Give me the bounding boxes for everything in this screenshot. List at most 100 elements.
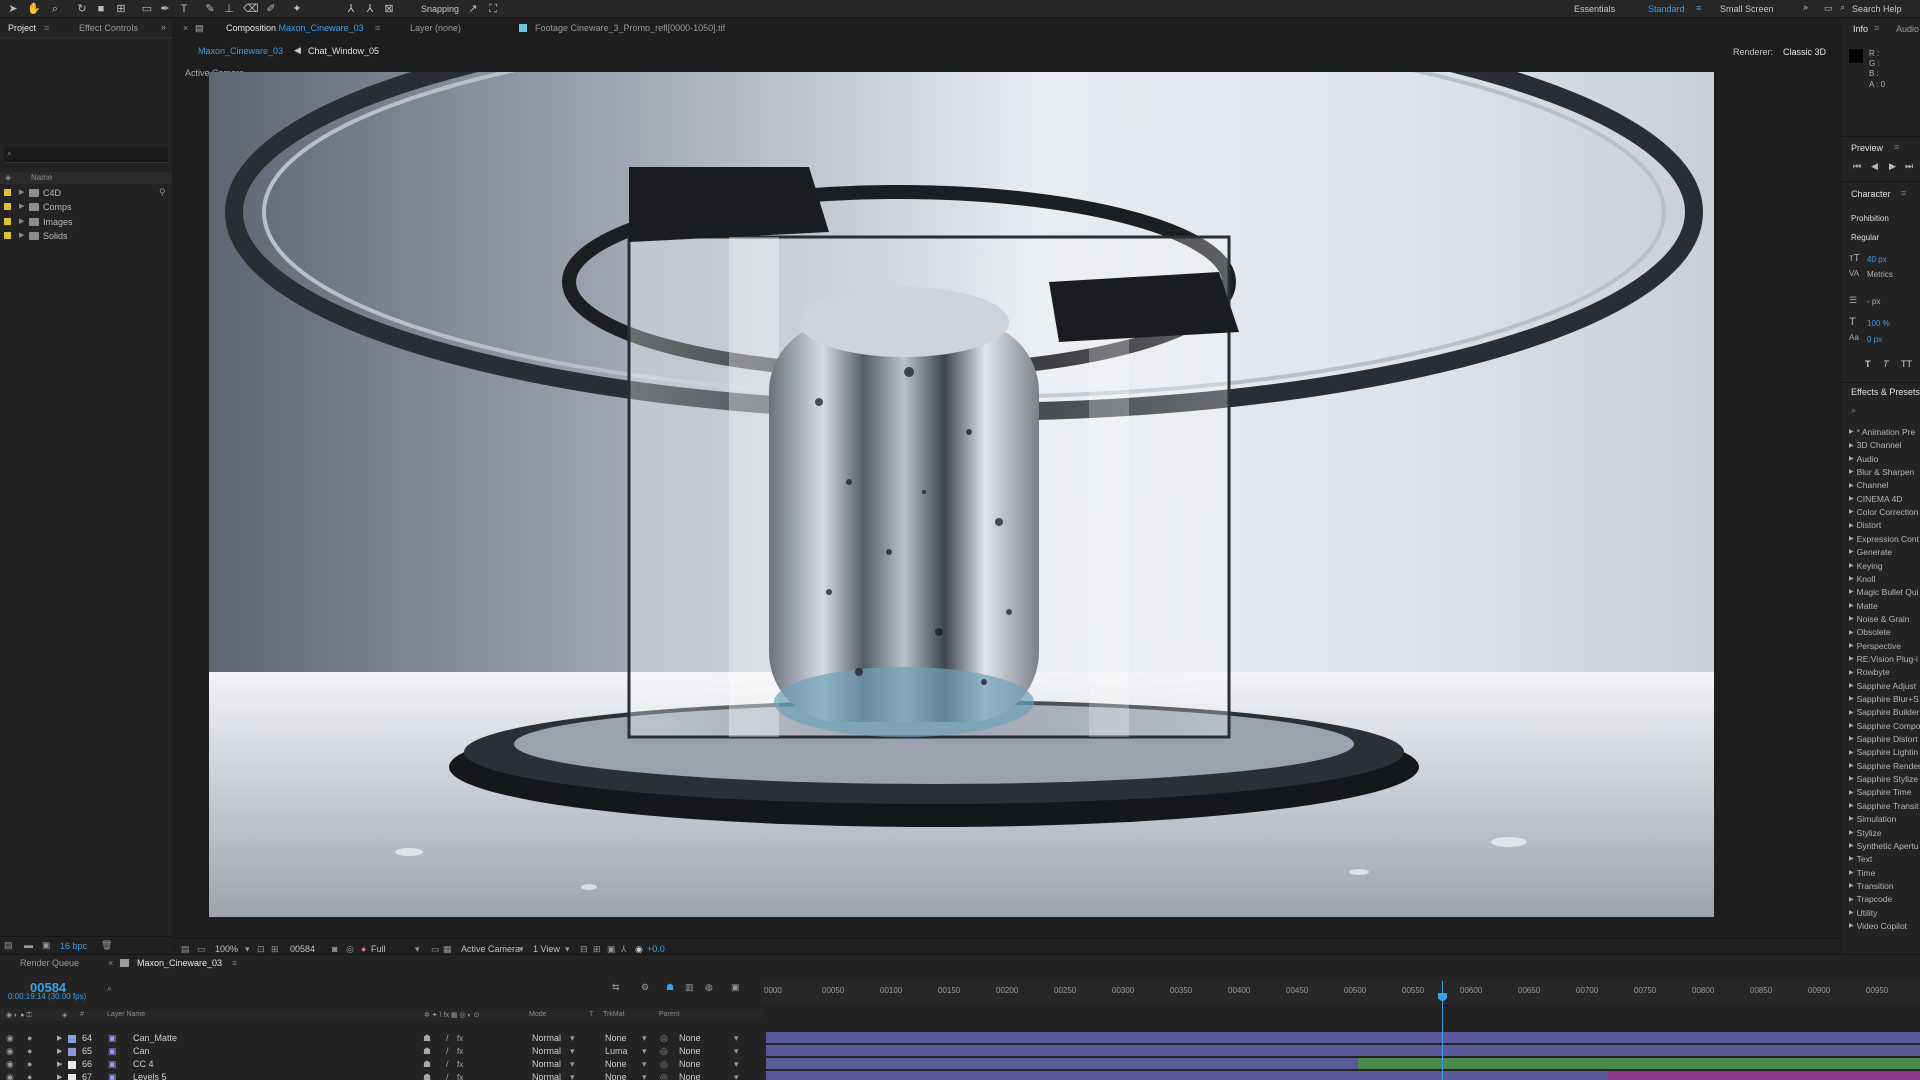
effect-category-item[interactable]: ▶ Perspective xyxy=(1849,640,1920,653)
effect-category-item[interactable]: ▶ Simulation xyxy=(1849,813,1920,826)
font-family-dropdown[interactable]: Prohibition xyxy=(1851,214,1889,223)
effect-category-item[interactable]: ▶ Utility xyxy=(1849,907,1920,920)
expand-triangle-icon[interactable]: ▶ xyxy=(1849,790,1854,796)
layer-duration-bar[interactable] xyxy=(1608,1071,1920,1080)
breadcrumb-chat-window-05[interactable]: Chat_Window_05 xyxy=(308,46,379,56)
expand-triangle-icon[interactable]: ▶ xyxy=(1849,763,1854,769)
label-color[interactable] xyxy=(68,1061,76,1069)
expand-triangle-icon[interactable]: ▶ xyxy=(1849,736,1854,742)
effect-category-item[interactable]: ▶ Magic Bullet Qui xyxy=(1849,586,1920,599)
clone-stamp-tool-icon[interactable]: ⊥ xyxy=(222,2,236,16)
workspace-essentials[interactable]: Essentials xyxy=(1574,4,1615,14)
label-color[interactable] xyxy=(68,1074,76,1080)
new-composition-icon[interactable]: ▣ xyxy=(42,940,51,951)
effect-category-item[interactable]: ▶ 3D Channel xyxy=(1849,439,1920,452)
previous-frame-icon[interactable]: ◀ xyxy=(1871,161,1878,172)
local-axis-icon[interactable]: ⅄ xyxy=(344,2,358,16)
chevron-down-icon[interactable]: ▾ xyxy=(642,1058,647,1071)
quality-switch-icon[interactable]: / xyxy=(446,1071,449,1080)
workspace-standard[interactable]: Standard xyxy=(1648,4,1685,14)
effect-category-item[interactable]: ▶ Video Copilot xyxy=(1849,920,1920,933)
pick-whip-icon[interactable]: ◎ xyxy=(660,1032,668,1045)
expand-triangle-icon[interactable]: ▶ xyxy=(1849,576,1854,582)
expand-triangle-icon[interactable]: ▶ xyxy=(1849,816,1854,822)
zoom-tool-icon[interactable]: ⌕ xyxy=(48,2,62,16)
snapping-icon[interactable]: ↗ xyxy=(466,2,480,16)
kerning-dropdown[interactable]: Metrics xyxy=(1867,270,1893,279)
composition-frame[interactable] xyxy=(209,72,1714,917)
sync-settings-icon[interactable]: ▭ xyxy=(1824,3,1833,14)
chevron-down-icon[interactable]: ▾ xyxy=(570,1045,575,1058)
close-tab-icon[interactable]: × xyxy=(183,23,188,33)
font-size-field[interactable]: 40 px xyxy=(1867,255,1887,264)
trash-icon[interactable]: 🗑 xyxy=(101,940,112,951)
pick-whip-icon[interactable]: ◎ xyxy=(660,1045,668,1058)
layer-trkmat-dropdown[interactable]: None xyxy=(605,1058,627,1071)
effect-category-item[interactable]: ▶ Sapphire Lightin xyxy=(1849,746,1920,759)
layer-row[interactable]: ◉ ● ▶ 66 ▣ CC 4 ☗ / fx Normal ▾ None ▾ ◎ None ▾ xyxy=(0,1058,762,1071)
parent-column-header[interactable]: Parent xyxy=(659,1011,680,1021)
tab-composition[interactable]: Composition Maxon_Cineware_03 xyxy=(226,19,364,37)
layer-trkmat-dropdown[interactable]: None xyxy=(605,1032,627,1045)
search-icon[interactable]: ⌕ xyxy=(1851,405,1856,416)
workspace-menu-icon[interactable]: ≡ xyxy=(1696,3,1701,13)
visibility-eye-icon[interactable]: ◉ xyxy=(6,1045,14,1058)
eraser-tool-icon[interactable]: ⌫ xyxy=(243,2,259,16)
expand-triangle-icon[interactable]: ▶ xyxy=(1849,696,1854,702)
camera-tool-icon[interactable]: ■ xyxy=(94,2,108,16)
tab-info[interactable]: Info xyxy=(1853,24,1868,34)
project-folder-solids[interactable]: ▶ Solids xyxy=(0,229,172,243)
expand-triangle-icon[interactable]: ▶ xyxy=(1849,443,1854,449)
label-color[interactable] xyxy=(68,1035,76,1043)
solo-icon[interactable]: ● xyxy=(27,1032,32,1045)
layer-name[interactable]: Levels 5 xyxy=(133,1071,167,1080)
first-frame-icon[interactable]: ⏮ xyxy=(1853,161,1861,172)
project-folder-images[interactable]: ▶ Images xyxy=(0,215,172,229)
draft-3d-icon[interactable]: ⚙ xyxy=(641,982,649,993)
pick-whip-icon[interactable]: ◎ xyxy=(660,1071,668,1080)
expand-triangle-icon[interactable]: ▶ xyxy=(1849,616,1854,622)
expand-triangle-icon[interactable]: ▶ xyxy=(1849,710,1854,716)
expand-triangle-icon[interactable]: ▶ xyxy=(1849,870,1854,876)
quality-switch-icon[interactable]: / xyxy=(446,1058,449,1071)
quality-switch-icon[interactable]: / xyxy=(446,1032,449,1045)
effect-category-item[interactable]: ▶ Sapphire Compo xyxy=(1849,720,1920,733)
snapping-options-icon[interactable]: ⛶ xyxy=(486,2,500,16)
project-folder-c4d[interactable]: ▶ C4D xyxy=(0,186,172,200)
effect-category-item[interactable]: ▶ Sapphire Builder xyxy=(1849,706,1920,719)
mode-column-header[interactable]: Mode xyxy=(529,1011,547,1021)
puppet-tool-icon[interactable]: ✦ xyxy=(290,2,304,16)
chevron-down-icon[interactable]: ▾ xyxy=(570,1058,575,1071)
visibility-eye-icon[interactable]: ◉ xyxy=(6,1058,14,1071)
snapping-label[interactable]: Snapping xyxy=(421,4,459,14)
hide-shy-layers-icon[interactable]: ☗ xyxy=(666,982,674,993)
character-title[interactable]: Character xyxy=(1851,189,1891,199)
name-column-header[interactable]: Name xyxy=(31,173,52,182)
brush-tool-icon[interactable]: ✎ xyxy=(203,2,217,16)
effect-category-item[interactable]: ▶ Matte xyxy=(1849,600,1920,613)
shy-switch-icon[interactable]: ☗ xyxy=(423,1032,431,1045)
chevron-down-icon[interactable]: ▾ xyxy=(734,1032,739,1045)
effects-presets-title[interactable]: Effects & Presets xyxy=(1851,387,1920,397)
expand-triangle-icon[interactable]: ▶ xyxy=(19,186,24,200)
effect-category-item[interactable]: ▶ Blur & Sharpen xyxy=(1849,466,1920,479)
layer-trkmat-dropdown[interactable]: Luma xyxy=(605,1045,628,1058)
rectangle-tool-icon[interactable]: ▭ xyxy=(140,2,154,16)
effect-category-item[interactable]: ▶ Sapphire Time xyxy=(1849,786,1920,799)
expand-triangle-icon[interactable]: ▶ xyxy=(1849,456,1854,462)
search-help-input[interactable]: Search Help xyxy=(1852,4,1902,14)
effect-category-item[interactable]: ▶ Channel xyxy=(1849,479,1920,492)
expand-triangle-icon[interactable]: ▶ xyxy=(19,215,24,229)
effect-category-item[interactable]: ▶ Sapphire Distort xyxy=(1849,733,1920,746)
tab-render-queue[interactable]: Render Queue xyxy=(20,955,79,972)
play-icon[interactable]: ▶ xyxy=(1889,161,1896,172)
expand-triangle-icon[interactable]: ▶ xyxy=(1849,603,1854,609)
tab-footage[interactable]: Footage Cineware_3_Promo_refl[0000-1050]… xyxy=(535,19,725,37)
expand-triangle-icon[interactable]: ▶ xyxy=(1849,830,1854,836)
chevron-down-icon[interactable]: ▾ xyxy=(642,1045,647,1058)
baseline-shift-field[interactable]: 0 px xyxy=(1867,335,1882,344)
leading-field[interactable]: - px xyxy=(1867,297,1880,306)
expand-triangle-icon[interactable]: ▶ xyxy=(1849,563,1854,569)
expand-triangle-icon[interactable]: ▶ xyxy=(1849,683,1854,689)
project-search-input[interactable]: ⌕ xyxy=(4,147,168,163)
